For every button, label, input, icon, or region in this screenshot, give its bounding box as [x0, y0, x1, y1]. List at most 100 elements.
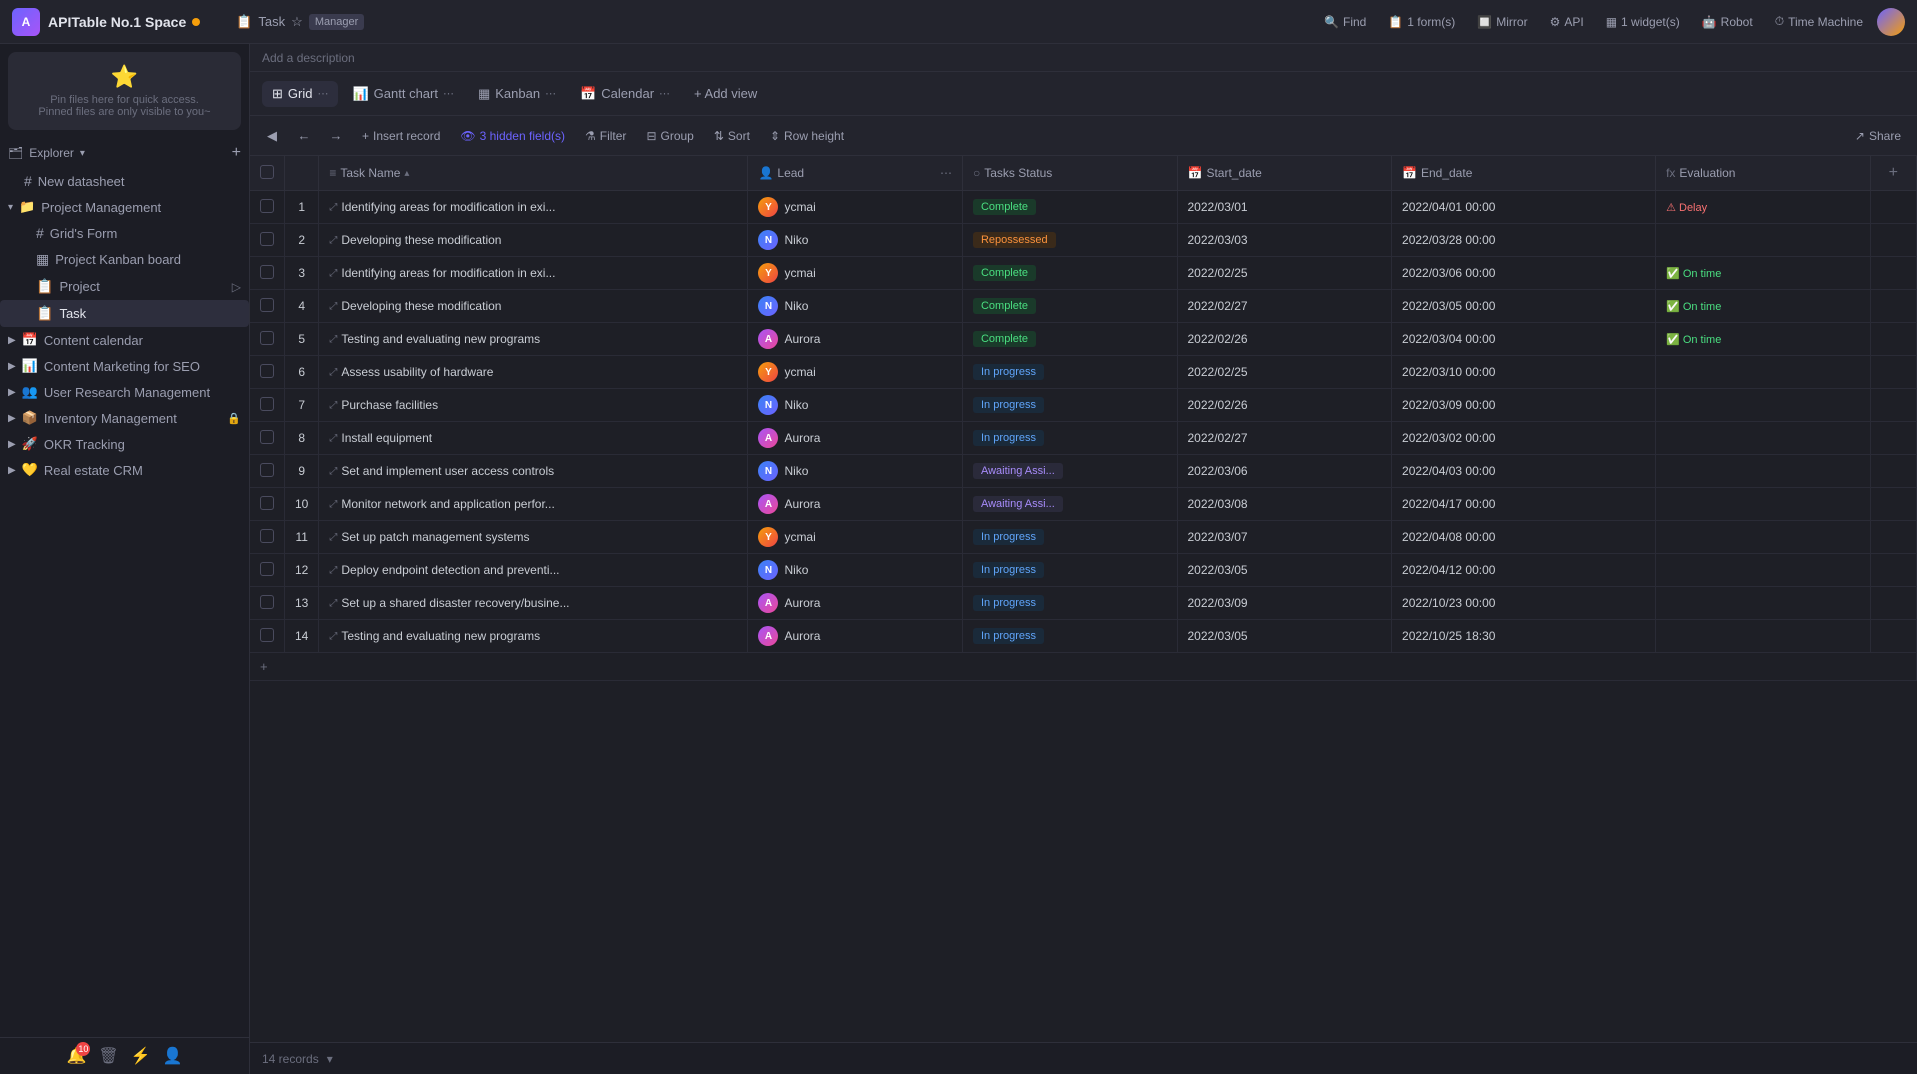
row-checkbox[interactable]	[260, 595, 274, 609]
row-expand-button[interactable]: ⤢	[329, 532, 337, 543]
row-checkbox[interactable]	[260, 265, 274, 279]
sidebar-item-task[interactable]: 📋 Task	[0, 300, 249, 327]
row-checkbox[interactable]	[260, 562, 274, 576]
filter-button[interactable]: ⚗ Filter	[577, 125, 634, 147]
table-row[interactable]: 7 ⤢ Purchase facilities N Niko In progre…	[250, 389, 1917, 422]
add-view-button[interactable]: + Add view	[684, 81, 767, 106]
sidebar-group-content-calendar[interactable]: ▶ 📅 Content calendar	[0, 327, 249, 353]
user-avatar[interactable]	[1877, 8, 1905, 36]
row-checkbox[interactable]	[260, 496, 274, 510]
row-checkbox[interactable]	[260, 364, 274, 378]
new-item-button[interactable]: +	[232, 144, 241, 162]
row-expand-button[interactable]: ⤢	[329, 466, 337, 477]
sidebar-group-real-estate[interactable]: ▶ 💛 Real estate CRM	[0, 457, 249, 483]
sidebar-group-project-management[interactable]: ▾ 📁 Project Management	[0, 194, 249, 220]
kanban-tab-more[interactable]: ⋯	[545, 87, 556, 100]
template-icon[interactable]: ⚡	[131, 1046, 151, 1066]
row-checkbox[interactable]	[260, 199, 274, 213]
table-row[interactable]: 4 ⤢ Developing these modification N Niko…	[250, 290, 1917, 323]
hidden-fields-button[interactable]: 👁 3 hidden field(s)	[452, 125, 573, 147]
table-row[interactable]: 2 ⤢ Developing these modification N Niko…	[250, 224, 1917, 257]
grid-tab-more[interactable]: ⋯	[317, 87, 328, 100]
table-row[interactable]: 5 ⤢ Testing and evaluating new programs …	[250, 323, 1917, 356]
calendar-tab-more[interactable]: ⋯	[659, 87, 670, 100]
row-expand-button[interactable]: ⤢	[329, 598, 337, 609]
sidebar-group-content-marketing[interactable]: ▶ 📊 Content Marketing for SEO	[0, 353, 249, 379]
table-row[interactable]: 9 ⤢ Set and implement user access contro…	[250, 455, 1917, 488]
add-record-row[interactable]: +	[250, 653, 1917, 681]
row-checkbox[interactable]	[260, 232, 274, 246]
row-expand-button[interactable]: ⤢	[329, 202, 337, 213]
sidebar-item-kanban[interactable]: ▦ Project Kanban board	[0, 246, 249, 273]
recycle-icon[interactable]: 🗑	[98, 1046, 118, 1066]
row-expand-button[interactable]: ⤢	[329, 301, 337, 312]
find-button[interactable]: 🔍 Find	[1316, 10, 1374, 34]
group-button[interactable]: ⊟ Group	[638, 125, 701, 147]
row-expand-button[interactable]: ⤢	[329, 367, 337, 378]
row-checkbox[interactable]	[260, 529, 274, 543]
th-evaluation[interactable]: fxEvaluation	[1656, 156, 1871, 191]
row-expand-button[interactable]: ⤢	[329, 433, 337, 444]
row-expand-button[interactable]: ⤢	[329, 334, 337, 345]
sidebar-group-user-research[interactable]: ▶ 👥 User Research Management	[0, 379, 249, 405]
add-description-text[interactable]: Add a description	[262, 51, 355, 65]
tab-kanban[interactable]: ▦ Kanban ⋯	[468, 81, 566, 107]
th-add-col[interactable]: +	[1870, 156, 1916, 191]
row-height-button[interactable]: ⇕ Row height	[762, 125, 852, 147]
row-checkbox[interactable]	[260, 628, 274, 642]
sidebar-item-project[interactable]: 📋 Project ▷	[0, 273, 249, 300]
undo-button[interactable]: ←	[290, 122, 318, 150]
app-logo[interactable]: A	[12, 8, 40, 36]
table-row[interactable]: 6 ⤢ Assess usability of hardware Y ycmai…	[250, 356, 1917, 389]
time-machine-button[interactable]: ⏱ Time Machine	[1767, 9, 1871, 34]
breadcrumb-star[interactable]: ☆	[291, 14, 303, 30]
row-checkbox[interactable]	[260, 430, 274, 444]
sidebar-item-grids-form[interactable]: # Grid's Form	[0, 220, 249, 246]
widget-button[interactable]: ▦ 1 widget(s)	[1598, 10, 1688, 34]
table-row[interactable]: 8 ⤢ Install equipment A Aurora In progre…	[250, 422, 1917, 455]
row-checkbox[interactable]	[260, 298, 274, 312]
th-start-date[interactable]: 📅Start_date	[1177, 156, 1392, 191]
table-row[interactable]: 13 ⤢ Set up a shared disaster recovery/b…	[250, 587, 1917, 620]
insert-record-button[interactable]: + Insert record	[354, 125, 448, 147]
lead-col-more[interactable]: ⋯	[940, 166, 952, 180]
sidebar-item-new-datasheet[interactable]: # New datasheet	[0, 168, 249, 194]
row-expand-button[interactable]: ⤢	[329, 268, 337, 279]
table-row[interactable]: 10 ⤢ Monitor network and application per…	[250, 488, 1917, 521]
row-expand-button[interactable]: ⤢	[329, 499, 337, 510]
tab-grid[interactable]: ⊞ Grid ⋯	[262, 81, 338, 107]
add-column-button[interactable]: +	[1881, 164, 1906, 181]
tab-gantt[interactable]: 📊 Gantt chart ⋯	[342, 81, 464, 107]
sidebar-group-inventory[interactable]: ▶ 📦 Inventory Management 🔒	[0, 405, 249, 431]
table-row[interactable]: 11 ⤢ Set up patch management systems Y y…	[250, 521, 1917, 554]
table-container[interactable]: ≡Task Name▴ 👤Lead⋯ ○Tasks Status 📅Start_…	[250, 156, 1917, 1042]
th-tasks-status[interactable]: ○Tasks Status	[962, 156, 1177, 191]
th-lead[interactable]: 👤Lead⋯	[748, 156, 963, 191]
members-icon[interactable]: 👤	[163, 1046, 183, 1066]
th-end-date[interactable]: 📅End_date	[1392, 156, 1656, 191]
form-button[interactable]: 📋 1 form(s)	[1380, 10, 1463, 34]
table-row[interactable]: 1 ⤢ Identifying areas for modification i…	[250, 191, 1917, 224]
robot-button[interactable]: 🤖 Robot	[1694, 10, 1761, 34]
row-expand-button[interactable]: ⤢	[329, 400, 337, 411]
sidebar-explorer[interactable]: 🗂 Explorer ▾ +	[0, 138, 249, 168]
collapse-sidebar-button[interactable]: ◀	[258, 122, 286, 150]
tab-calendar[interactable]: 📅 Calendar ⋯	[570, 81, 680, 107]
row-checkbox[interactable]	[260, 397, 274, 411]
share-button[interactable]: ↗ Share	[1847, 125, 1909, 147]
row-checkbox[interactable]	[260, 331, 274, 345]
select-all-checkbox[interactable]	[260, 165, 274, 179]
sidebar-group-okr[interactable]: ▶ 🚀 OKR Tracking	[0, 431, 249, 457]
api-button[interactable]: ⚙ API	[1542, 10, 1592, 34]
redo-button[interactable]: →	[322, 122, 350, 150]
gantt-tab-more[interactable]: ⋯	[443, 87, 454, 100]
table-row[interactable]: 14 ⤢ Testing and evaluating new programs…	[250, 620, 1917, 653]
sort-button[interactable]: ⇅ Sort	[706, 125, 758, 147]
th-task-name[interactable]: ≡Task Name▴	[319, 156, 748, 191]
row-expand-button[interactable]: ⤢	[329, 631, 337, 642]
table-row[interactable]: 12 ⤢ Deploy endpoint detection and preve…	[250, 554, 1917, 587]
mirror-button[interactable]: 🔲 Mirror	[1469, 10, 1535, 34]
row-expand-button[interactable]: ⤢	[329, 565, 337, 576]
row-expand-button[interactable]: ⤢	[329, 235, 337, 246]
table-row[interactable]: 3 ⤢ Identifying areas for modification i…	[250, 257, 1917, 290]
